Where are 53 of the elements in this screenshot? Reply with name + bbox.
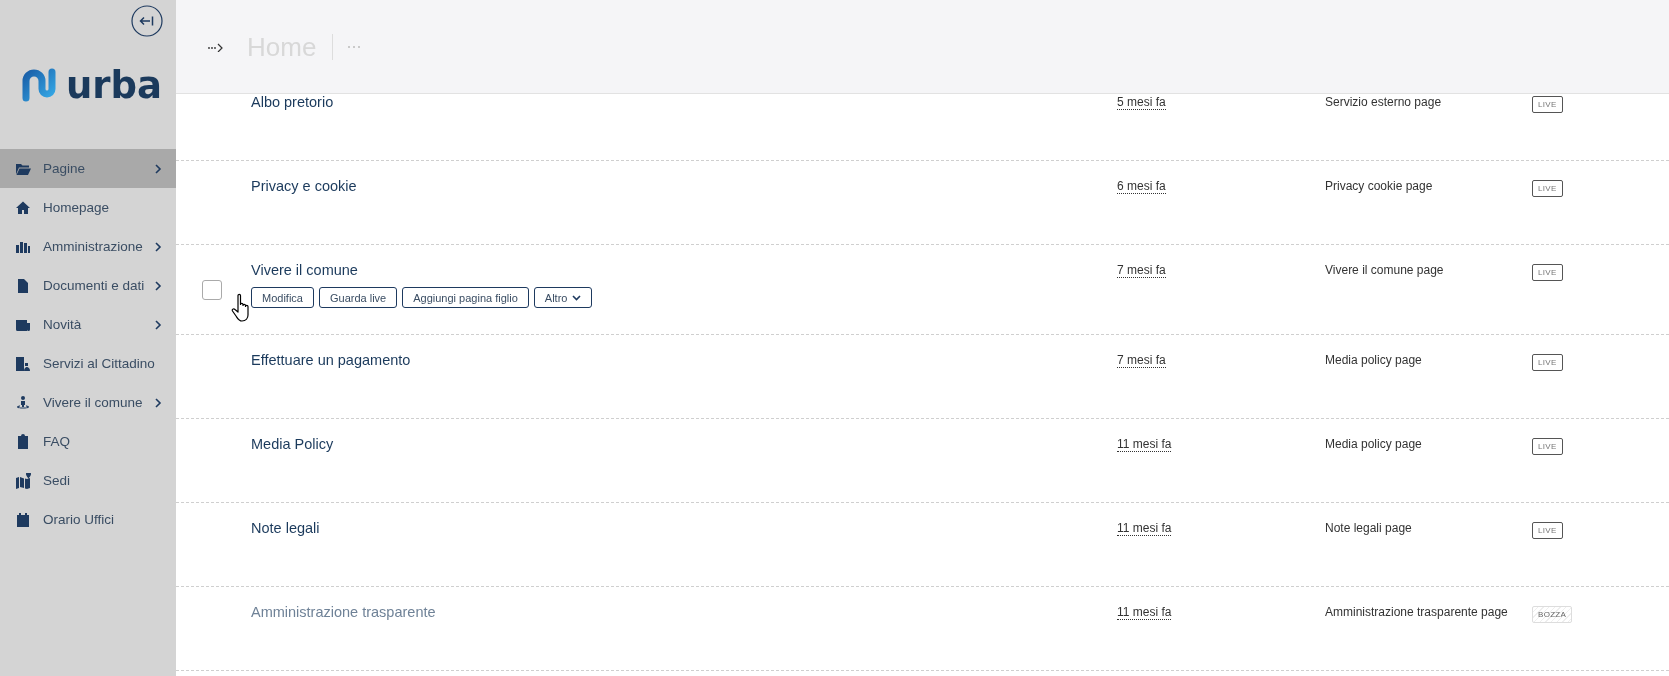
- calendar-icon: [15, 511, 31, 528]
- person-pin-icon: [15, 394, 31, 411]
- collapse-sidebar-icon[interactable]: [131, 5, 163, 37]
- checkbox[interactable]: [202, 280, 222, 300]
- sidebar-item[interactable]: Novità: [0, 305, 176, 344]
- date-text: 7 mesi fa: [1117, 353, 1166, 368]
- sidebar-item[interactable]: Vivere il comune: [0, 383, 176, 422]
- page-type: Media policy page: [1325, 436, 1423, 453]
- page-type: Servizio esterno page: [1325, 94, 1443, 111]
- date-text: 11 mesi fa: [1117, 437, 1172, 452]
- sidebar-item[interactable]: Amministrazione: [0, 227, 176, 266]
- date-text: 7 mesi fa: [1117, 263, 1166, 278]
- page-type: Note legali page: [1325, 520, 1413, 537]
- date-text: 11 mesi fa: [1117, 605, 1172, 620]
- page-title[interactable]: Albo pretorio: [251, 93, 1117, 111]
- action-button[interactable]: Modifica: [251, 287, 314, 308]
- sidebar-item[interactable]: Pagine: [0, 149, 176, 188]
- page-title[interactable]: Note legali: [251, 519, 1117, 537]
- sidebar-item[interactable]: Servizi al Cittadino: [0, 344, 176, 383]
- sidebar-item[interactable]: Documenti e dati: [0, 266, 176, 305]
- page-type: Amministrazione trasparente page: [1325, 604, 1509, 621]
- status-badge: LIVE: [1532, 354, 1563, 371]
- page-title[interactable]: Vivere il comune: [251, 261, 1117, 279]
- date-text: 5 mesi fa: [1117, 95, 1166, 110]
- document-icon: [15, 277, 31, 294]
- chevron-down-icon: [572, 294, 582, 301]
- page-title[interactable]: Effettuare un pagamento: [251, 351, 1117, 369]
- dropdown-button[interactable]: Altro: [533, 287, 593, 308]
- date-text: 6 mesi fa: [1117, 179, 1166, 194]
- status-badge: LIVE: [1532, 522, 1563, 539]
- status-badge: LIVE: [1532, 438, 1563, 455]
- status-badge: LIVE: [1532, 180, 1563, 197]
- date-text: 11 mesi fa: [1117, 521, 1172, 536]
- status-badge: BOZZA: [1532, 606, 1573, 623]
- status-badge: LIVE: [1532, 96, 1563, 113]
- sidebar-item[interactable]: Orario Uffici: [0, 500, 176, 539]
- page-type: Privacy cookie page: [1325, 178, 1434, 195]
- home-icon: [15, 199, 31, 216]
- sidebar-item[interactable]: Homepage: [0, 188, 176, 227]
- sidebar-item[interactable]: FAQ: [0, 422, 176, 461]
- page-title[interactable]: Privacy e cookie: [251, 177, 1117, 195]
- status-badge: LIVE: [1532, 264, 1563, 281]
- logo-text: urba: [66, 64, 163, 108]
- page-type: Media policy page: [1325, 352, 1423, 369]
- breadcrumb-toggle-icon[interactable]: [207, 41, 225, 52]
- page-title[interactable]: Media Policy: [251, 435, 1117, 453]
- page-title[interactable]: Amministrazione trasparente: [251, 603, 1117, 621]
- sidebar-item[interactable]: Sedi: [0, 461, 176, 500]
- page-type: Vivere il comune page: [1325, 262, 1445, 279]
- building-person-icon: [15, 355, 31, 372]
- clipboard-icon: [15, 433, 31, 450]
- action-button[interactable]: Guarda live: [318, 287, 398, 308]
- action-button[interactable]: Aggiungi pagina figlio: [402, 287, 529, 308]
